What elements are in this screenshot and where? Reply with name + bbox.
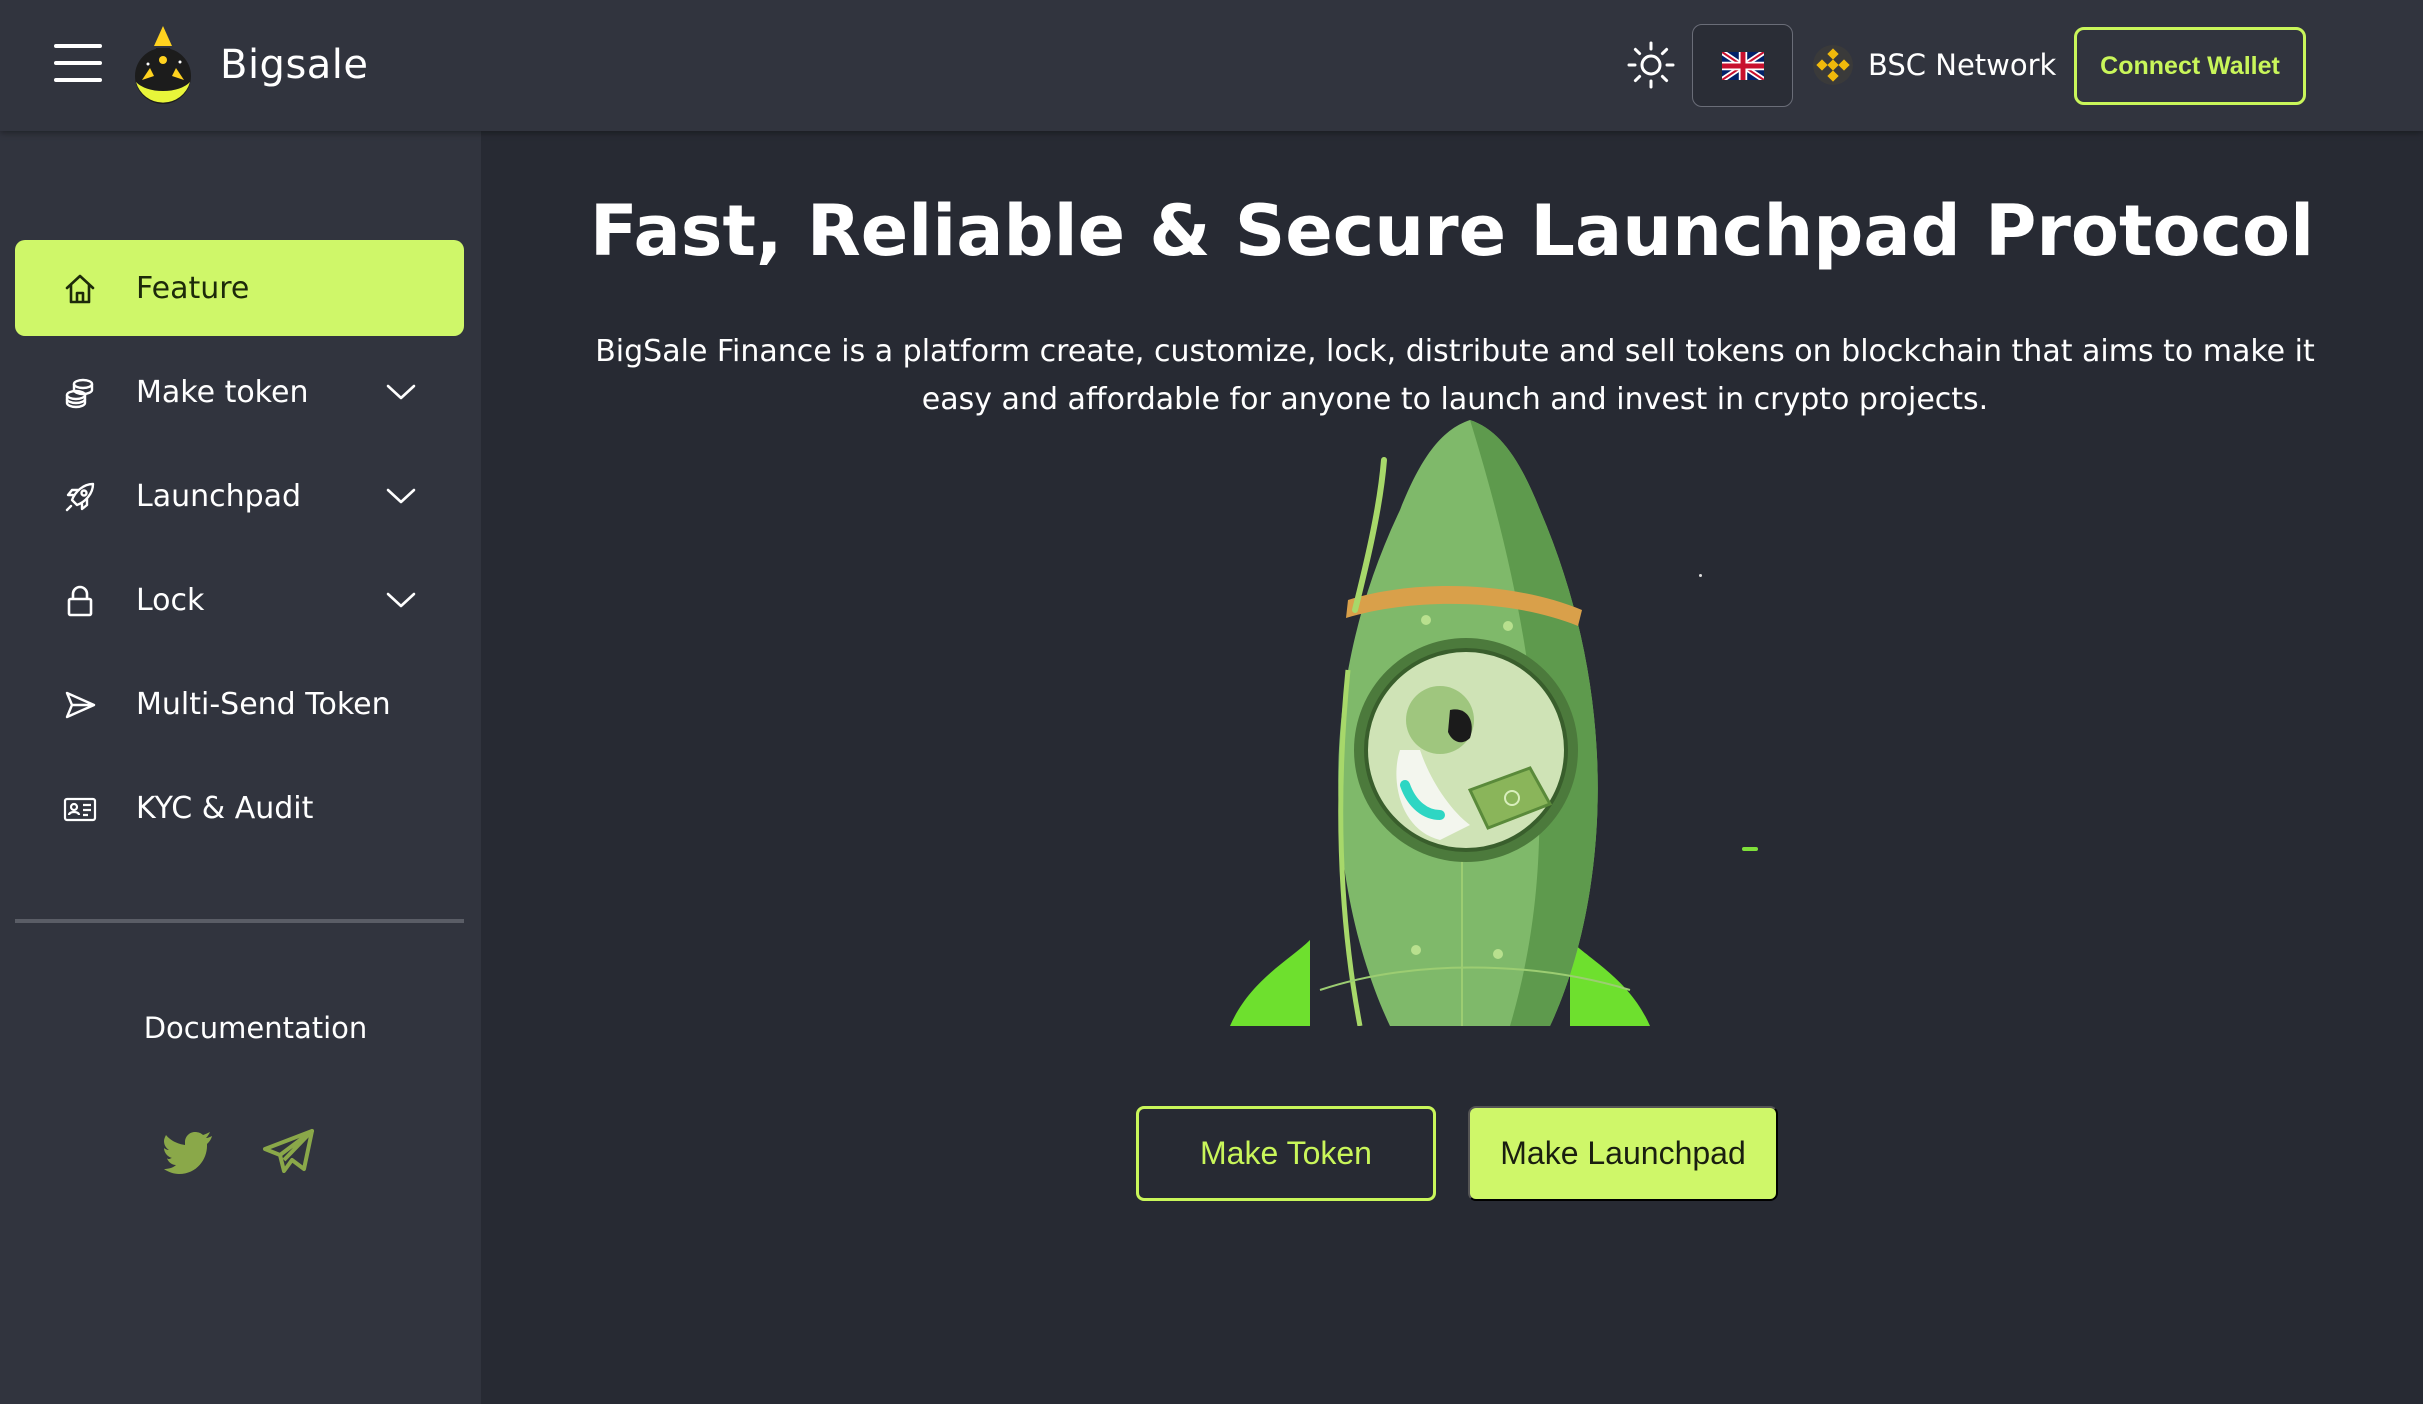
- network-label: BSC Network: [1868, 48, 2057, 82]
- sidebar-item-label: Launchpad: [136, 478, 302, 514]
- network-selector[interactable]: BSC Network: [1812, 40, 2056, 90]
- id-card-icon: [63, 797, 97, 822]
- uk-flag-icon: [1721, 51, 1764, 80]
- documentation-link[interactable]: Documentation: [0, 1011, 481, 1045]
- binance-icon: [1813, 45, 1853, 85]
- home-icon: [65, 274, 95, 304]
- hero-title: Fast, Reliable & Secure Launchpad Protoc…: [589, 190, 2315, 272]
- lock-icon: [67, 585, 93, 617]
- star-dot: [1699, 574, 1702, 577]
- sidebar-item-make-token[interactable]: Make token: [15, 344, 464, 440]
- send-icon: [65, 691, 96, 719]
- sidebar-item-multi-send[interactable]: Multi-Send Token: [15, 656, 464, 752]
- hero-description: BigSale Finance is a platform create, cu…: [595, 334, 2315, 417]
- make-token-button[interactable]: Make Token: [1136, 1106, 1436, 1201]
- sidebar-item-label: Multi-Send Token: [136, 686, 391, 722]
- rocket-icon: [65, 482, 95, 512]
- sidebar-item-launchpad[interactable]: Launchpad: [15, 448, 464, 544]
- sidebar-item-lock[interactable]: Lock: [15, 552, 464, 648]
- sun-icon[interactable]: [1626, 40, 1676, 90]
- coins-icon: [65, 378, 94, 409]
- rocket-illustration: [1230, 420, 1650, 1026]
- make-launchpad-button[interactable]: Make Launchpad: [1468, 1106, 1778, 1201]
- star-dash: [1742, 847, 1758, 851]
- menu-icon[interactable]: [54, 44, 102, 82]
- sidebar-item-label: Make token: [136, 374, 309, 410]
- language-selector[interactable]: [1692, 24, 1793, 107]
- chevron-down-icon: [386, 592, 416, 608]
- telegram-icon[interactable]: [262, 1127, 316, 1177]
- sidebar-item-label: Lock: [136, 582, 205, 618]
- bigsale-logo: [135, 26, 191, 104]
- sidebar-item-feature[interactable]: Feature: [15, 240, 464, 336]
- top-header: Bigsale BSC Network Connect Wallet: [0, 0, 2423, 131]
- twitter-icon[interactable]: [164, 1131, 214, 1175]
- connect-wallet-button[interactable]: Connect Wallet: [2074, 27, 2306, 105]
- sidebar-item-label: KYC & Audit: [136, 790, 314, 826]
- sidebar-item-label: Feature: [136, 270, 250, 306]
- chevron-down-icon: [386, 488, 416, 504]
- chevron-down-icon: [386, 384, 416, 400]
- brand-name: Bigsale: [220, 42, 369, 88]
- sidebar-item-kyc-audit[interactable]: KYC & Audit: [15, 760, 464, 856]
- sidebar-divider: [15, 919, 464, 923]
- sidebar: Feature Make token Launchpad Lock Multi-…: [0, 131, 481, 1404]
